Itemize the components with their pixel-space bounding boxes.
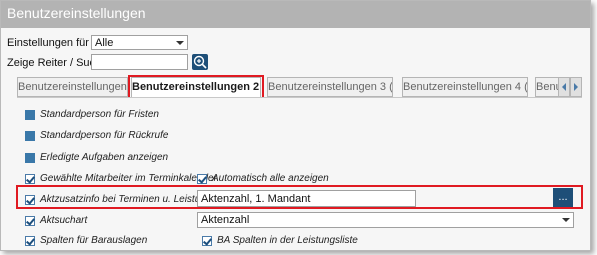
zoom-in-icon	[193, 55, 207, 69]
checkmark-icon	[198, 174, 207, 184]
checkbox-gewaehlte-mitarbeiter[interactable]	[25, 174, 35, 184]
checkmark-icon	[26, 236, 35, 246]
chevron-down-icon	[562, 218, 570, 222]
checkmark-icon	[203, 236, 212, 246]
window-title: Benutzereinstellungen	[7, 5, 146, 21]
checkbox-automatisch-alle[interactable]	[197, 174, 207, 184]
aktsuchart-select[interactable]: Aktenzahl	[197, 212, 574, 228]
tab-benutzereinstellungen-1[interactable]: Benutzereinstellungen (1)	[17, 77, 128, 97]
chevron-right-icon	[574, 83, 578, 91]
checkbox-aktsuchart[interactable]	[25, 216, 35, 226]
aktzusatzinfo-row-highlight	[16, 185, 583, 209]
settings-window: Benutzereinstellungen Einstellungen für …	[0, 0, 591, 251]
tab-scroll-right-button[interactable]	[570, 77, 582, 97]
tab-benutzereinstellungen-4[interactable]: Benutzereinstellungen 4 (4)	[402, 77, 528, 97]
chevron-down-icon	[176, 41, 184, 45]
checkbox-erledigte-aufgaben[interactable]	[25, 153, 35, 163]
tab-bar: Benutzereinstellungen (1) Benutzereinste…	[17, 77, 582, 98]
label-gewaehlte-mitarbeiter: Gewählte Mitarbeiter im Terminkalender	[40, 173, 217, 184]
label-standardperson-fristen: Standardperson für Fristen	[40, 109, 159, 120]
checkmark-icon	[26, 174, 35, 184]
settings-for-label: Einstellungen für	[7, 37, 89, 49]
tab-benutzereinstellungen-3[interactable]: Benutzereinstellungen 3 (3)	[267, 77, 393, 97]
label-standardperson-rueckrufe: Standardperson für Rückrufe	[40, 130, 169, 141]
label-aktsuchart: Aktsuchart	[40, 215, 88, 226]
checkmark-icon	[26, 216, 35, 226]
checkbox-spalten-barauslagen[interactable]	[25, 236, 35, 246]
checkbox-ba-spalten[interactable]	[202, 236, 212, 246]
settings-for-value: Alle	[95, 37, 114, 49]
tab-content-panel: Standardperson für Fristen Standardperso…	[17, 97, 582, 250]
settings-for-select[interactable]: Alle	[91, 35, 188, 50]
tab-scroll-left-button[interactable]	[558, 77, 570, 97]
search-button[interactable]	[192, 54, 208, 70]
label-spalten-barauslagen: Spalten für Barauslagen	[40, 235, 148, 246]
label-automatisch-alle: Automatisch alle anzeigen	[212, 173, 329, 184]
title-bar: Benutzereinstellungen	[1, 1, 590, 28]
label-erledigte-aufgaben: Erledigte Aufgaben anzeigen	[40, 152, 169, 163]
checkbox-standardperson-rueckrufe[interactable]	[25, 131, 35, 141]
checkbox-standardperson-fristen[interactable]	[25, 110, 35, 120]
aktsuchart-value: Aktenzahl	[201, 214, 250, 226]
search-input[interactable]	[91, 54, 188, 70]
label-ba-spalten: BA Spalten in der Leistungsliste	[217, 235, 358, 246]
chevron-left-icon	[562, 83, 566, 91]
